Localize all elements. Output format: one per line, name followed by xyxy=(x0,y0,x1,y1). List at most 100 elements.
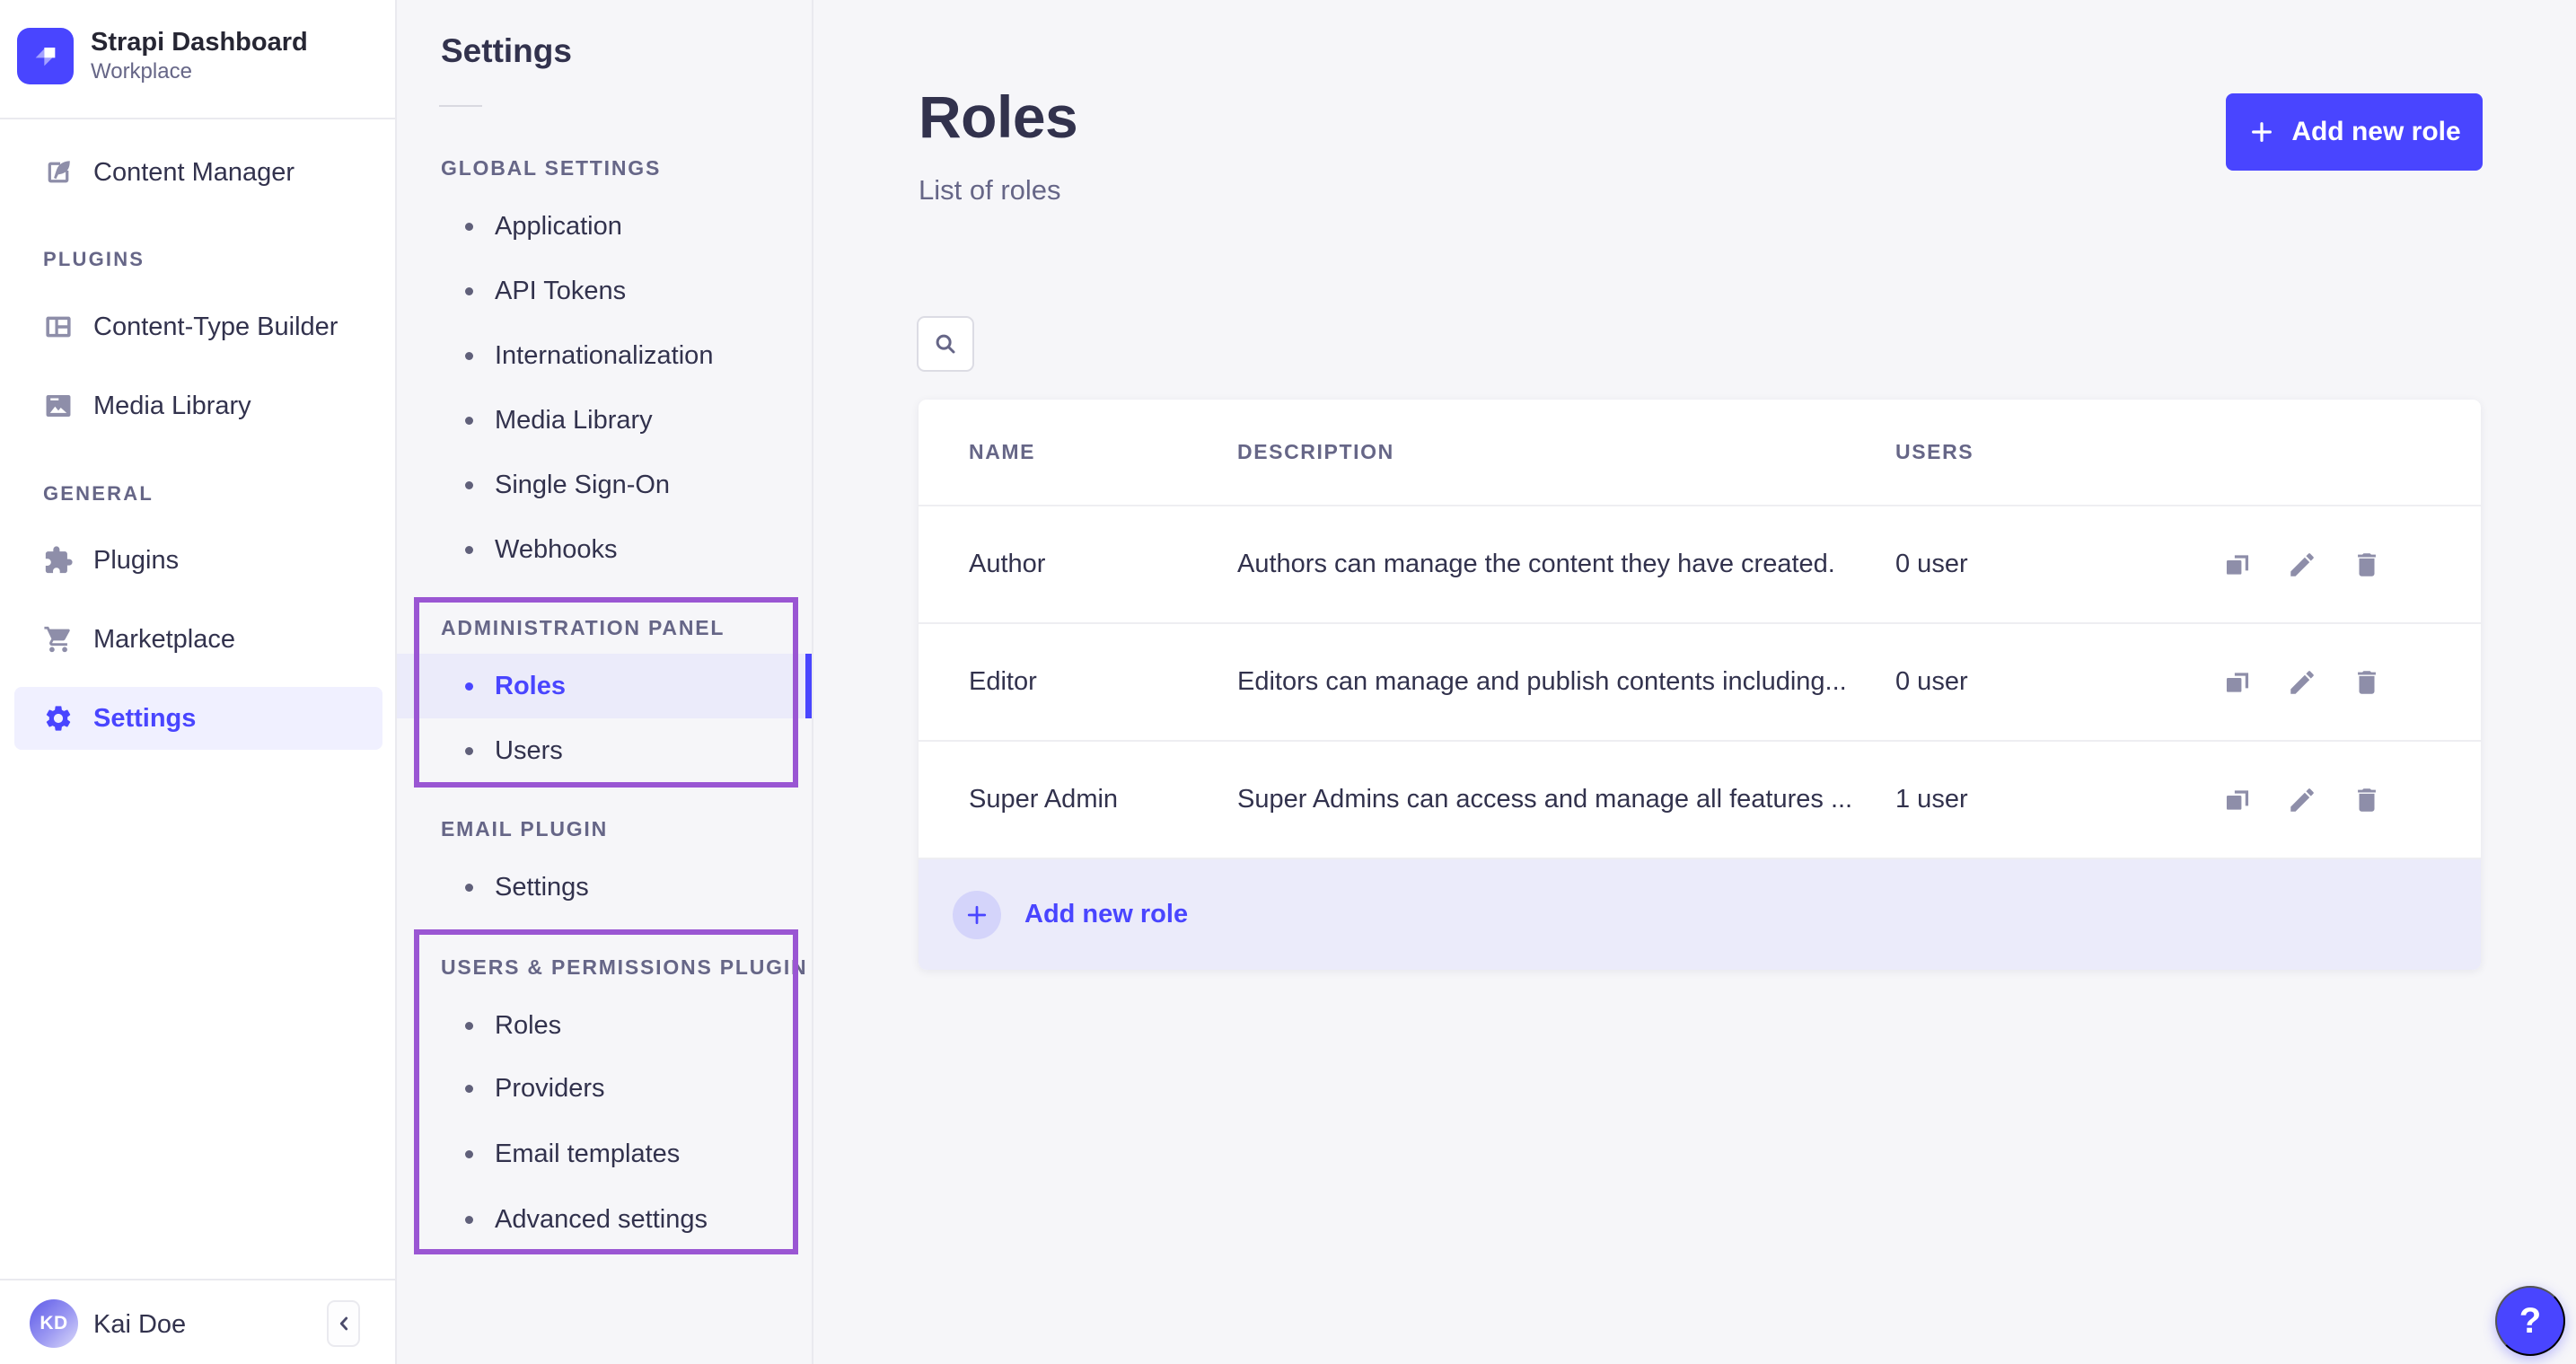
roles-table: NAME DESCRIPTION USERS Author Authors ca… xyxy=(919,400,2481,970)
subnav-item-label: Webhooks xyxy=(495,535,618,565)
plus-circle-icon xyxy=(953,891,1001,939)
cart-icon xyxy=(43,624,74,655)
subnav-item-roles-up[interactable]: Roles xyxy=(397,993,812,1058)
subnav-section-administration-panel: ADMINISTRATION PANEL xyxy=(441,616,725,640)
duplicate-button[interactable] xyxy=(2222,785,2253,815)
question-mark-icon: ? xyxy=(2519,1301,2541,1342)
subnav-item-label: Roles xyxy=(495,672,566,701)
duplicate-button[interactable] xyxy=(2222,550,2253,580)
subnav-item-label: Roles xyxy=(495,1011,561,1041)
sidebar-item-media-library[interactable]: Media Library xyxy=(14,374,382,437)
subnav-item-internationalization[interactable]: Internationalization xyxy=(397,323,812,388)
table-row[interactable]: Editor Editors can manage and publish co… xyxy=(919,622,2481,740)
subnav-item-label: Application xyxy=(495,212,622,242)
divider xyxy=(439,105,482,107)
divider xyxy=(0,1279,395,1280)
bullet-icon xyxy=(465,1150,473,1158)
role-users: 0 user xyxy=(1895,624,1968,740)
sidebar-item-label: Marketplace xyxy=(93,625,235,655)
settings-subnav: Settings GLOBAL SETTINGS Application API… xyxy=(397,0,813,1364)
gear-icon xyxy=(43,703,74,734)
role-name: Super Admin xyxy=(969,742,1118,858)
brand: Strapi Dashboard Workplace xyxy=(17,26,308,85)
sidebar-item-label: Plugins xyxy=(93,546,179,576)
puzzle-icon xyxy=(43,545,74,576)
strapi-logo-icon xyxy=(17,28,74,84)
role-name: Editor xyxy=(969,624,1037,740)
subnav-section-users-permissions: USERS & PERMISSIONS PLUGIN xyxy=(441,955,807,980)
app-subtitle: Workplace xyxy=(91,58,308,85)
table-footer-add-new-role[interactable]: Add new role xyxy=(919,858,2481,970)
subnav-item-api-tokens[interactable]: API Tokens xyxy=(397,259,812,323)
subnav-item-advanced-settings[interactable]: Advanced settings xyxy=(397,1187,812,1252)
divider xyxy=(0,118,395,119)
sidebar-item-content-manager[interactable]: Content Manager xyxy=(14,141,382,204)
sidebar-item-label: Content-Type Builder xyxy=(93,312,338,342)
subnav-item-webhooks[interactable]: Webhooks xyxy=(397,517,812,582)
subnav-item-email-settings[interactable]: Settings xyxy=(397,855,812,920)
sidebar-item-label: Settings xyxy=(93,704,196,734)
main-sidebar: Strapi Dashboard Workplace Content Manag… xyxy=(0,0,397,1364)
sidebar-section-general: GENERAL xyxy=(43,482,154,506)
sidebar-item-label: Media Library xyxy=(93,392,251,421)
collapse-sidebar-button[interactable] xyxy=(327,1300,360,1347)
sidebar-item-marketplace[interactable]: Marketplace xyxy=(14,608,382,671)
edit-button[interactable] xyxy=(2287,667,2317,698)
subnav-item-label: Email templates xyxy=(495,1140,680,1169)
subnav-item-application[interactable]: Application xyxy=(397,194,812,259)
page-title: Roles xyxy=(919,83,1077,151)
subnav-item-email-templates[interactable]: Email templates xyxy=(397,1122,812,1186)
table-row[interactable]: Author Authors can manage the content th… xyxy=(919,505,2481,622)
subnav-item-label: Advanced settings xyxy=(495,1205,708,1235)
role-name: Author xyxy=(969,506,1045,622)
subnav-item-label: API Tokens xyxy=(495,277,626,306)
chevron-left-icon xyxy=(332,1312,356,1335)
sidebar-item-content-type-builder[interactable]: Content-Type Builder xyxy=(14,295,382,358)
bullet-icon xyxy=(465,287,473,295)
bullet-icon xyxy=(465,1022,473,1030)
column-header-description: DESCRIPTION xyxy=(1237,400,1394,505)
search-button[interactable] xyxy=(917,316,974,372)
sidebar-item-settings[interactable]: Settings xyxy=(14,687,382,750)
subnav-item-media-library[interactable]: Media Library xyxy=(397,388,812,453)
avatar[interactable]: KD xyxy=(30,1299,78,1348)
help-button[interactable]: ? xyxy=(2495,1286,2565,1356)
column-header-users: USERS xyxy=(1895,400,1974,505)
subnav-item-providers[interactable]: Providers xyxy=(397,1056,812,1121)
add-new-role-label: Add new role xyxy=(2291,117,2460,147)
role-description: Super Admins can access and manage all f… xyxy=(1237,742,1852,858)
subnav-item-roles-admin[interactable]: Roles xyxy=(397,654,812,718)
sidebar-item-label: Content Manager xyxy=(93,158,295,188)
sidebar-section-plugins: PLUGINS xyxy=(43,248,145,271)
content-type-builder-icon xyxy=(43,312,74,342)
bullet-icon xyxy=(465,682,473,691)
sidebar-item-plugins[interactable]: Plugins xyxy=(14,529,382,592)
edit-button[interactable] xyxy=(2287,550,2317,580)
subnav-heading: Settings xyxy=(441,32,572,70)
delete-button[interactable] xyxy=(2352,667,2382,698)
bullet-icon xyxy=(465,352,473,360)
subnav-item-label: Single Sign-On xyxy=(495,471,670,500)
bullet-icon xyxy=(465,481,473,489)
row-actions xyxy=(2222,624,2382,740)
subnav-item-label: Media Library xyxy=(495,406,653,436)
delete-button[interactable] xyxy=(2352,550,2382,580)
delete-button[interactable] xyxy=(2352,785,2382,815)
edit-button[interactable] xyxy=(2287,785,2317,815)
subnav-item-users-admin[interactable]: Users xyxy=(397,718,812,783)
role-users: 0 user xyxy=(1895,506,1968,622)
subnav-item-label: Internationalization xyxy=(495,341,713,371)
content-manager-icon xyxy=(43,157,74,188)
footer-add-label: Add new role xyxy=(1024,900,1188,929)
row-actions xyxy=(2222,742,2382,858)
bullet-icon xyxy=(465,546,473,554)
media-library-icon xyxy=(43,391,74,421)
active-item-indicator xyxy=(805,654,812,718)
bullet-icon xyxy=(465,1216,473,1224)
duplicate-button[interactable] xyxy=(2222,667,2253,698)
subnav-item-single-sign-on[interactable]: Single Sign-On xyxy=(397,453,812,517)
search-icon xyxy=(932,330,959,357)
add-new-role-button[interactable]: Add new role xyxy=(2226,93,2483,171)
table-row[interactable]: Super Admin Super Admins can access and … xyxy=(919,740,2481,858)
main-content: Roles List of roles Add new role NAME DE… xyxy=(815,0,2576,1364)
